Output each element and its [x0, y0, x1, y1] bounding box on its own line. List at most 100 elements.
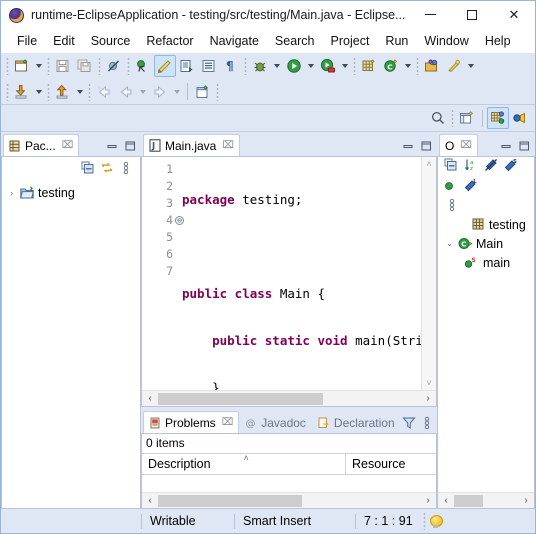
outline-horizontal-scrollbar[interactable]: ‹ › — [438, 492, 534, 508]
run-external-tools-icon[interactable] — [317, 55, 339, 77]
minimize-window-button[interactable] — [409, 1, 451, 29]
close-icon[interactable]: ⌧ — [460, 140, 472, 151]
menu-source[interactable]: Source — [83, 31, 139, 51]
debug-icon[interactable] — [249, 55, 271, 77]
menu-help[interactable]: Help — [477, 31, 519, 51]
tree-item-testing[interactable]: › testing — [2, 183, 140, 202]
sort-icon[interactable]: az — [463, 157, 479, 173]
scroll-down-icon[interactable]: ˅ — [426, 378, 431, 388]
menu-project[interactable]: Project — [323, 31, 378, 51]
view-menu-icon[interactable] — [419, 415, 435, 431]
expand-arrow-icon[interactable]: › — [6, 188, 17, 198]
tab-problems[interactable]: Problems ⌧ — [143, 411, 240, 433]
scroll-track[interactable] — [158, 392, 420, 406]
view-menu-icon[interactable] — [443, 197, 528, 213]
menu-refactor[interactable]: Refactor — [138, 31, 201, 51]
debug-dropdown-arrow[interactable] — [271, 55, 283, 77]
scroll-right-icon[interactable]: › — [420, 495, 436, 506]
editor-vertical-scrollbar[interactable]: ˄ ˅ — [421, 157, 436, 390]
previous-annotation-icon[interactable] — [93, 81, 115, 103]
step-return-icon[interactable] — [52, 81, 74, 103]
menu-search[interactable]: Search — [267, 31, 323, 51]
problems-horizontal-scrollbar[interactable]: ‹ › — [142, 492, 436, 508]
run-icon[interactable] — [283, 55, 305, 77]
minimize-button[interactable] — [400, 138, 416, 154]
tab-declaration[interactable]: Declaration — [312, 411, 401, 433]
scroll-thumb[interactable] — [454, 494, 483, 507]
new-window-icon[interactable] — [192, 81, 214, 103]
java-perspective-icon[interactable] — [487, 107, 509, 129]
maximize-button[interactable] — [516, 138, 532, 154]
close-icon[interactable]: ⌧ — [222, 140, 234, 151]
close-icon[interactable]: ⌧ — [62, 140, 74, 151]
toggle-mark-occurrences-icon[interactable] — [154, 55, 176, 77]
run-dropdown-arrow[interactable] — [305, 55, 317, 77]
new-dropdown-arrow[interactable] — [33, 55, 45, 77]
maximize-window-button[interactable] — [451, 1, 493, 29]
tab-javadoc[interactable]: @ Javadoc — [239, 411, 312, 433]
tab-outline[interactable]: O ⌧ — [439, 134, 478, 156]
collapse-arrow-icon[interactable]: ⌄ — [444, 238, 455, 249]
minimize-button[interactable] — [498, 138, 514, 154]
collapse-all-icon[interactable] — [443, 157, 459, 173]
scroll-left-icon[interactable]: ‹ — [142, 393, 158, 404]
open-console-icon[interactable] — [198, 55, 220, 77]
filter-icon[interactable] — [401, 415, 417, 431]
close-icon[interactable]: ⌧ — [222, 417, 234, 428]
scroll-thumb[interactable] — [158, 392, 324, 405]
menu-navigate[interactable]: Navigate — [202, 31, 267, 51]
step-return-dropdown-arrow[interactable] — [74, 81, 86, 103]
column-header-description[interactable]: Description ˄ — [142, 453, 346, 474]
quick-fix-icon[interactable] — [443, 55, 465, 77]
scroll-up-icon[interactable]: ˄ — [426, 159, 431, 169]
step-into-dropdown-arrow[interactable] — [33, 81, 45, 103]
column-header-resource[interactable]: Resource — [346, 454, 436, 474]
forward-navigation-icon[interactable] — [149, 81, 171, 103]
close-window-button[interactable]: ✕ — [493, 1, 535, 29]
scroll-thumb[interactable] — [158, 494, 303, 507]
search-icon[interactable] — [427, 107, 449, 129]
step-into-icon[interactable] — [11, 81, 33, 103]
new-wizard-icon[interactable] — [11, 55, 33, 77]
save-icon[interactable] — [52, 55, 74, 77]
outline-item-main-method[interactable]: S main — [438, 253, 534, 272]
minimize-button[interactable] — [104, 138, 120, 154]
collapse-all-icon[interactable] — [80, 160, 96, 176]
back-navigation-icon[interactable] — [115, 81, 137, 103]
code-text[interactable]: package testing; public class Main { pub… — [176, 157, 421, 390]
scroll-left-icon[interactable]: ‹ — [142, 495, 158, 506]
hide-nonpublic-icon[interactable] — [443, 177, 459, 193]
view-menu-icon[interactable] — [118, 160, 134, 176]
external-tools-dropdown-arrow[interactable] — [339, 55, 351, 77]
open-perspective-icon[interactable] — [456, 107, 478, 129]
tab-main-java[interactable]: J Main.java ⌧ — [143, 134, 240, 156]
toggle-breakpoint-icon[interactable] — [132, 55, 154, 77]
menu-file[interactable]: File — [9, 31, 45, 51]
scroll-track[interactable] — [158, 494, 420, 508]
hide-local-types-icon[interactable]: L — [463, 177, 479, 193]
skip-all-breakpoints-icon[interactable] — [103, 55, 125, 77]
maximize-button[interactable] — [418, 138, 434, 154]
forward-dropdown-arrow[interactable] — [171, 81, 183, 103]
new-java-class-icon[interactable]: C — [380, 55, 402, 77]
menu-edit[interactable]: Edit — [45, 31, 83, 51]
debug-perspective-icon[interactable] — [509, 107, 531, 129]
link-with-editor-icon[interactable] — [99, 160, 115, 176]
hide-static-icon[interactable]: S — [503, 157, 519, 173]
new-java-package-icon[interactable] — [358, 55, 380, 77]
scroll-track[interactable] — [454, 494, 518, 508]
scroll-right-icon[interactable]: › — [420, 393, 436, 404]
back-dropdown-arrow[interactable] — [137, 81, 149, 103]
outline-item-main-class[interactable]: ⌄ C Main — [438, 234, 534, 253]
open-task-icon[interactable] — [176, 55, 198, 77]
quick-assist-bulb-icon[interactable] — [429, 514, 443, 528]
new-class-dropdown-arrow[interactable] — [402, 55, 414, 77]
save-all-icon[interactable] — [74, 55, 96, 77]
menu-window[interactable]: Window — [416, 31, 476, 51]
outline-item-testing[interactable]: testing — [438, 215, 534, 234]
editor-horizontal-scrollbar[interactable]: ‹ › — [142, 390, 436, 406]
menu-run[interactable]: Run — [377, 31, 416, 51]
scroll-right-icon[interactable]: › — [518, 495, 534, 506]
show-whitespace-icon[interactable]: ¶ — [220, 55, 242, 77]
status-insert-mode[interactable]: Smart Insert — [235, 514, 355, 528]
